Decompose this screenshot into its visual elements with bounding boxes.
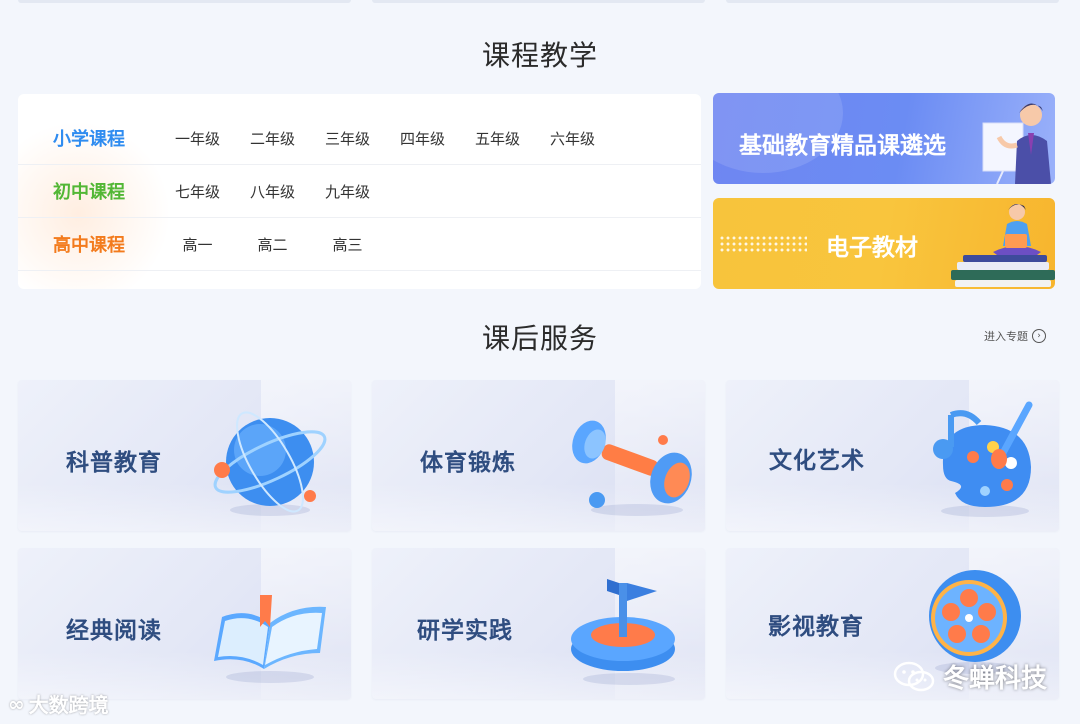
grade-4-link[interactable]: 四年级 — [385, 128, 460, 149]
teacher-illustration-icon — [982, 103, 1051, 184]
basic-edu-banner[interactable]: 基础教育精品课遴选 — [713, 93, 1055, 184]
dumbbell-icon — [572, 420, 692, 516]
e-textbook-banner[interactable]: 电子教材 — [713, 198, 1055, 289]
reading-person-illustration-icon — [951, 204, 1055, 287]
book-icon — [214, 595, 326, 683]
high-school-row: 高中课程 高一 高二 高三 — [18, 218, 701, 271]
grade-3-link[interactable]: 三年级 — [310, 128, 385, 149]
grade-10-link[interactable]: 高一 — [160, 234, 235, 255]
service-card-label: 科普教育 — [66, 450, 162, 476]
grade-1-link[interactable]: 一年级 — [160, 128, 235, 149]
grade-8-link[interactable]: 八年级 — [235, 181, 310, 202]
service-card-label: 经典阅读 — [66, 618, 162, 644]
palette-music-icon — [933, 401, 1033, 517]
primary-school-label[interactable]: 小学课程 — [18, 125, 160, 151]
globe-icon — [213, 411, 327, 516]
curriculum-section-title: 课程教学 — [481, 39, 598, 72]
basic-edu-banner-text: 基础教育精品课遴选 — [739, 133, 946, 159]
enter-topic-link[interactable]: 进入专题 › — [984, 328, 1046, 344]
grade-5-link[interactable]: 五年级 — [460, 128, 535, 149]
service-card-sports[interactable]: 体育锻炼 — [372, 380, 705, 531]
grade-6-link[interactable]: 六年级 — [535, 128, 610, 149]
service-card-reading[interactable]: 经典阅读 — [18, 548, 351, 699]
enter-topic-label: 进入专题 — [984, 330, 1028, 343]
previous-section-edge — [0, 0, 1080, 6]
service-card-label: 体育锻炼 — [420, 450, 516, 476]
flag-platform-icon — [571, 579, 675, 685]
chevron-right-circle-icon: › — [1032, 329, 1046, 343]
watermark-right: 冬蝉科技 — [893, 658, 1047, 695]
service-card-arts[interactable]: 文化艺术 — [726, 380, 1059, 531]
grade-7-link[interactable]: 七年级 — [160, 181, 235, 202]
grade-12-link[interactable]: 高三 — [310, 234, 385, 255]
middle-school-row: 初中课程 七年级 八年级 九年级 — [18, 165, 701, 218]
grade-11-link[interactable]: 高二 — [235, 234, 310, 255]
service-card-label: 研学实践 — [417, 618, 513, 644]
grade-2-link[interactable]: 二年级 — [235, 128, 310, 149]
middle-school-label[interactable]: 初中课程 — [18, 178, 160, 204]
service-card-study-practice[interactable]: 研学实践 — [372, 548, 705, 699]
curriculum-panel: 小学课程 一年级 二年级 三年级 四年级 五年级 六年级 初中课程 七年级 八年… — [18, 94, 701, 289]
wechat-icon — [893, 661, 935, 691]
watermark-left-text: 大数跨境 — [28, 693, 109, 717]
watermark-right-text: 冬蝉科技 — [943, 664, 1048, 694]
service-card-label: 影视教育 — [768, 614, 864, 640]
grade-9-link[interactable]: 九年级 — [310, 181, 385, 202]
primary-school-row: 小学课程 一年级 二年级 三年级 四年级 五年级 六年级 — [18, 112, 701, 165]
service-card-science[interactable]: 科普教育 — [18, 380, 351, 531]
watermark-logo-icon: ∞ — [8, 691, 25, 716]
e-textbook-banner-text: 电子教材 — [826, 235, 918, 261]
service-card-label: 文化艺术 — [769, 448, 865, 474]
watermark-left: ∞ 大数跨境 — [8, 689, 109, 718]
services-section-title: 课后服务 — [481, 322, 598, 355]
high-school-label[interactable]: 高中课程 — [18, 231, 160, 257]
